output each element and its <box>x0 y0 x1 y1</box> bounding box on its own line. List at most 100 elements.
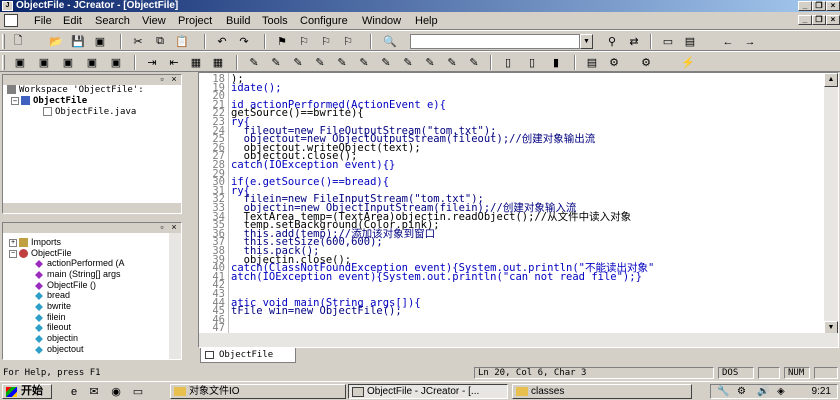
comment-icon[interactable]: ▦ <box>188 55 204 70</box>
forward-arrow-icon[interactable]: → <box>742 34 758 49</box>
package-view-icon[interactable]: ▣ <box>84 55 100 70</box>
menu-window[interactable]: Window <box>362 15 401 27</box>
build-icon[interactable]: ✎ <box>268 55 284 70</box>
run-icon[interactable]: ✎ <box>312 55 328 70</box>
indent-icon[interactable]: ⇥ <box>144 55 160 70</box>
panel-restore-icon[interactable]: ▫ <box>157 223 167 232</box>
toolbar-grip[interactable] <box>2 34 5 49</box>
full-screen-icon[interactable]: ▭ <box>660 34 676 49</box>
member-item[interactable]: actionPerformed (A <box>33 258 125 269</box>
editor-tab[interactable]: ObjectFile <box>200 348 296 363</box>
rebuild-icon[interactable]: ✎ <box>290 55 306 70</box>
menu-help[interactable]: Help <box>415 15 438 27</box>
classview-scrollbar[interactable] <box>169 233 181 359</box>
tool-icon[interactable]: ✎ <box>444 55 460 70</box>
compile-file-icon[interactable]: ▯ <box>524 55 540 70</box>
menu-search[interactable]: Search <box>95 15 130 27</box>
code-line[interactable]: idate(); <box>231 83 282 93</box>
app-icon[interactable]: J <box>2 1 13 11</box>
doc-restore-button[interactable]: ❐ <box>812 15 826 25</box>
find-icon[interactable]: 🔍 <box>382 34 398 49</box>
redo-icon[interactable]: ↷ <box>236 34 252 49</box>
close-button[interactable]: × <box>826 1 840 11</box>
tool-extra-icon[interactable]: ⚡ <box>680 55 696 70</box>
fileview-icon[interactable]: ▣ <box>36 55 52 70</box>
collapse-icon[interactable]: − <box>11 96 19 105</box>
task-folder[interactable]: 对象文件IO <box>170 384 346 399</box>
save-icon[interactable]: 💾 <box>70 34 86 49</box>
next-bookmark-icon[interactable]: ⚐ <box>296 34 312 49</box>
tool-icon[interactable]: ✎ <box>466 55 482 70</box>
volume-icon[interactable]: 🔊 <box>757 385 769 398</box>
panel-restore-icon[interactable]: ▫ <box>157 75 167 84</box>
code-line[interactable]: getSource()==bwrite){ <box>231 108 364 118</box>
imports-node[interactable]: + Imports <box>9 237 61 248</box>
tool-icon[interactable]: ✎ <box>400 55 416 70</box>
network-icon[interactable]: ◈ <box>777 385 785 398</box>
file-node[interactable]: ObjectFile.java <box>43 107 136 118</box>
menu-build[interactable]: Build <box>226 15 250 27</box>
code-line[interactable]: tFile win=new ObjectFile(); <box>231 306 402 316</box>
workspace-root[interactable]: Workspace 'ObjectFile': <box>7 85 144 96</box>
ie-icon[interactable]: e <box>66 384 82 399</box>
minimize-button[interactable]: _ <box>798 1 812 11</box>
member-item[interactable]: fileout <box>33 322 71 333</box>
find-dropdown-icon[interactable]: ▼ <box>580 34 593 49</box>
debug-settings-icon[interactable]: ⚙ <box>606 55 622 70</box>
find-input[interactable] <box>410 34 580 49</box>
code-line[interactable]: if(e.getSource()==bread){ <box>231 177 389 187</box>
task-jcreator[interactable]: ObjectFile - JCreator - [... <box>348 384 508 399</box>
project-settings-icon[interactable]: ▤ <box>584 55 600 70</box>
replace-icon[interactable]: ⇄ <box>626 34 642 49</box>
vertical-scrollbar[interactable]: ▲ ▼ <box>824 73 838 335</box>
debug-icon[interactable]: ✎ <box>334 55 350 70</box>
tray-icon[interactable]: ⚙ <box>737 385 746 398</box>
tray-icon[interactable]: 🔧 <box>717 385 729 398</box>
project-node[interactable]: − ObjectFile <box>11 96 87 107</box>
tool-icon[interactable]: ✎ <box>422 55 438 70</box>
undo-icon[interactable]: ↶ <box>214 34 230 49</box>
menu-project[interactable]: Project <box>178 15 212 27</box>
member-item[interactable]: bwrite <box>33 301 71 312</box>
start-button[interactable]: 开始 <box>2 384 52 399</box>
workspace-view-icon[interactable]: ▣ <box>12 55 28 70</box>
document-icon[interactable]: ▯ <box>500 55 516 70</box>
save-all-icon[interactable]: ▣ <box>92 34 108 49</box>
prev-bookmark-icon[interactable]: ⚐ <box>318 34 334 49</box>
member-item[interactable]: main (String[] args <box>33 269 121 280</box>
toolbar-grip[interactable] <box>2 55 5 70</box>
code-line[interactable]: atch(IOException event){System.out.print… <box>231 272 642 282</box>
paste-icon[interactable]: 📋 <box>174 34 190 49</box>
outlook-icon[interactable]: ✉ <box>86 384 102 399</box>
toggle-bookmark-icon[interactable]: ⚑ <box>274 34 290 49</box>
media-icon[interactable]: ◉ <box>108 384 124 399</box>
find-in-files-icon[interactable]: ⚲ <box>604 34 620 49</box>
doc-close-button[interactable]: × <box>826 15 840 25</box>
panel-close-icon[interactable]: × <box>169 223 179 232</box>
cut-icon[interactable]: ✂ <box>130 34 146 49</box>
menu-file[interactable]: File <box>34 15 52 27</box>
scroll-up-icon[interactable]: ▲ <box>824 73 838 87</box>
member-item[interactable]: bread <box>33 290 70 301</box>
desktop-icon[interactable]: ▭ <box>130 384 146 399</box>
panel-close-icon[interactable]: × <box>169 75 179 84</box>
output-view-icon[interactable]: ▣ <box>108 55 124 70</box>
member-item[interactable]: objectout <box>33 344 84 355</box>
document-icon[interactable] <box>4 14 18 27</box>
output-window-icon[interactable]: ▤ <box>682 34 698 49</box>
expand-icon[interactable]: + <box>9 238 17 247</box>
menu-edit[interactable]: Edit <box>63 15 82 27</box>
stop-icon[interactable]: ✎ <box>356 55 372 70</box>
menu-tools[interactable]: Tools <box>262 15 288 27</box>
execute-icon[interactable]: ▮ <box>548 55 564 70</box>
unindent-icon[interactable]: ⇤ <box>166 55 182 70</box>
member-item[interactable]: objectin <box>33 333 78 344</box>
open-folder-icon[interactable]: 📂 <box>48 34 64 49</box>
tools-settings-icon[interactable]: ⚙ <box>638 55 654 70</box>
horizontal-scrollbar[interactable] <box>199 333 838 347</box>
copy-icon[interactable]: ⧉ <box>152 34 168 49</box>
restore-button[interactable]: ❐ <box>812 1 826 11</box>
doc-minimize-button[interactable]: _ <box>798 15 812 25</box>
menu-configure[interactable]: Configure <box>300 15 348 27</box>
compile-icon[interactable]: ✎ <box>246 55 262 70</box>
